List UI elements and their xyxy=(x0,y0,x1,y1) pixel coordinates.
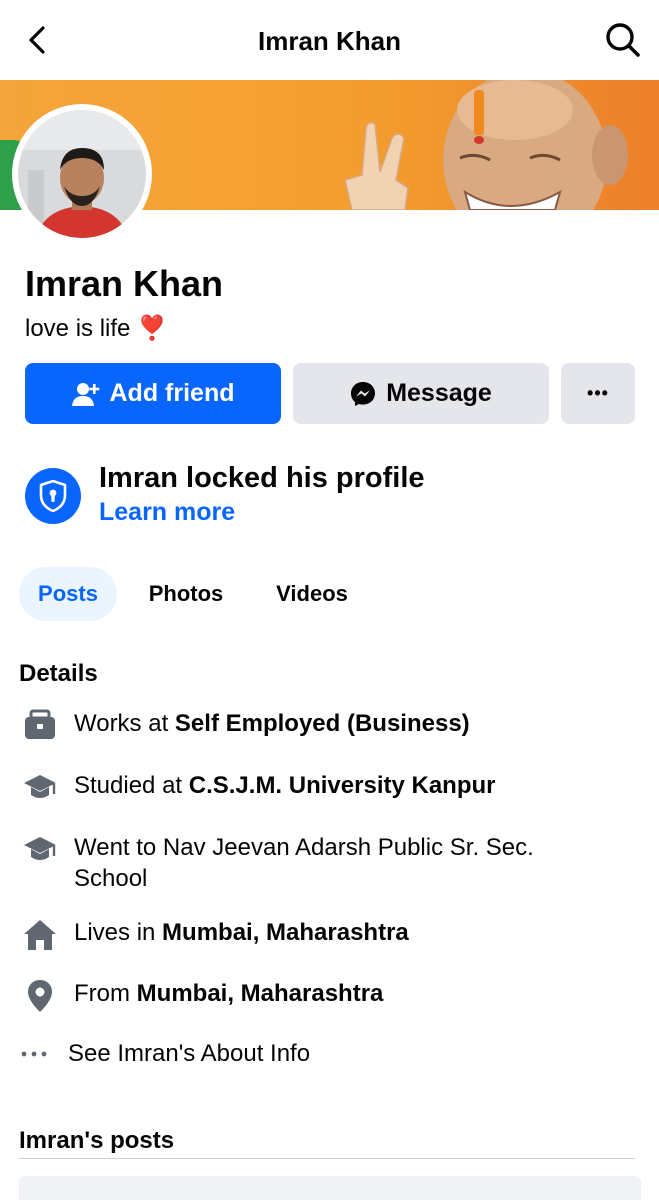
tab-photos[interactable]: Photos xyxy=(135,567,237,621)
ellipsis-icon xyxy=(21,1051,47,1057)
graduation-cap-icon xyxy=(24,837,56,860)
add-friend-button[interactable]: Add friend xyxy=(25,363,281,424)
learn-more-link[interactable]: Learn more xyxy=(99,498,235,527)
profile-avatar[interactable] xyxy=(12,104,152,244)
detail-school-text: Went to Nav Jeevan Adarsh Public Sr. Sec… xyxy=(74,834,534,892)
more-dots-icon: ••• xyxy=(587,383,609,403)
locked-shield-badge xyxy=(25,468,81,524)
messenger-icon xyxy=(351,381,376,406)
detail-from-value: Mumbai, Maharashtra xyxy=(136,980,384,1007)
add-friend-label: Add friend xyxy=(109,379,235,407)
profile-name: Imran Khan xyxy=(25,263,224,304)
location-pin-icon xyxy=(28,980,52,1012)
graduation-cap-icon xyxy=(24,775,56,798)
detail-lives-prefix: Lives in xyxy=(74,919,163,946)
add-person-icon xyxy=(71,382,99,406)
detail-university-value: C.S.J.M. University Kanpur xyxy=(188,772,496,799)
profile-page: Imran Khan Imran Khan love is life ❣️ Ad… xyxy=(0,0,659,1200)
detail-university-prefix: Studied at xyxy=(74,772,189,799)
more-options-button[interactable]: ••• xyxy=(561,363,635,424)
detail-work-prefix: Works at xyxy=(74,710,175,737)
shield-lock-icon xyxy=(39,480,67,512)
detail-from-prefix: From xyxy=(74,980,137,1007)
message-label: Message xyxy=(386,379,492,407)
message-button[interactable]: Message xyxy=(293,363,549,424)
tab-posts[interactable]: Posts xyxy=(19,567,117,621)
avatar-photo xyxy=(18,110,146,238)
home-icon xyxy=(24,920,56,950)
heart-exclamation-icon: ❣️ xyxy=(137,315,167,342)
profile-bio: love is life ❣️ xyxy=(25,314,167,343)
posts-heading: Imran's posts xyxy=(19,1127,175,1154)
search-icon xyxy=(606,23,640,57)
post-card xyxy=(19,1176,641,1200)
bio-text: love is life xyxy=(25,315,131,342)
search-button[interactable] xyxy=(603,20,643,60)
locked-profile-title: Imran locked his profile xyxy=(99,462,425,494)
page-title: Imran Khan xyxy=(257,26,402,56)
top-bar: Imran Khan xyxy=(0,0,659,80)
details-heading: Details xyxy=(19,660,98,687)
detail-work-value: Self Employed (Business) xyxy=(174,710,470,737)
divider xyxy=(19,1158,635,1159)
briefcase-icon xyxy=(25,709,55,739)
detail-lives-value: Mumbai, Maharashtra xyxy=(162,919,409,946)
tab-videos[interactable]: Videos xyxy=(262,567,362,621)
see-about-info-link[interactable]: See Imran's About Info xyxy=(68,1040,310,1068)
